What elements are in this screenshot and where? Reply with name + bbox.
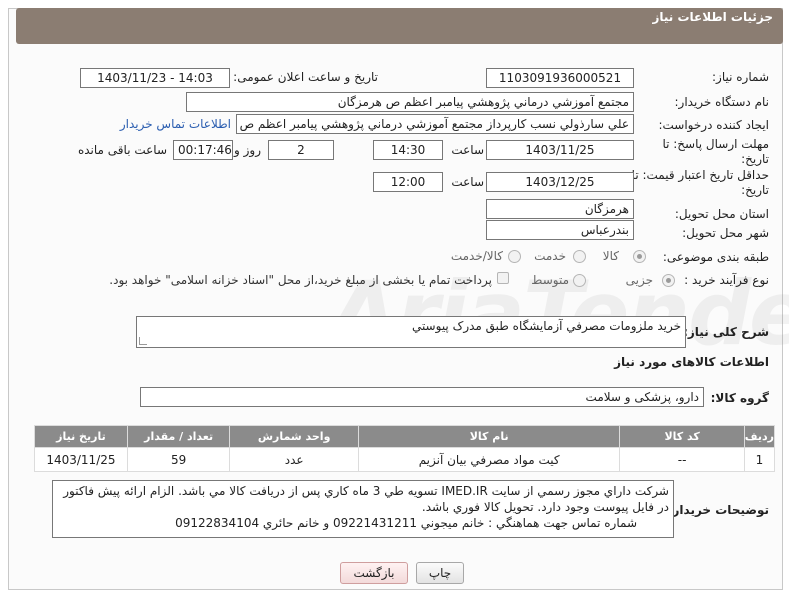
description-label: شرح کلی نیاز: [683, 325, 769, 339]
category-goods-radio[interactable] [633, 250, 646, 263]
buyer-notes-label: توضیحات خریدار: [667, 503, 769, 517]
cell-quantity: 59 [126, 447, 231, 472]
buyer-contact-link[interactable]: اطلاعات تماس خریدار [120, 117, 231, 131]
buyer-org-label: نام دستگاه خریدار: [674, 95, 770, 109]
description-text: خريد ملزومات مصرفي آزمايشگاه طبق مدرک پي… [411, 319, 681, 333]
buyer-notes-line-1: شركت داراي مجوز رسمي از سايت IMED.IR تسو… [63, 484, 669, 498]
reply-days-field[interactable]: 2 [268, 140, 334, 160]
days-label: روز و [234, 143, 261, 157]
col-header-quantity: تعداد / مقدار [126, 425, 231, 448]
cell-row-number: 1 [743, 447, 776, 472]
print-button[interactable]: چاپ [416, 562, 464, 584]
description-textarea[interactable]: خريد ملزومات مصرفي آزمايشگاه طبق مدرک پي… [136, 316, 686, 348]
treasury-payment-note: پرداخت تمام یا بخشی از مبلغ خرید،از محل … [109, 273, 492, 287]
treasury-payment-checkbox[interactable] [497, 272, 509, 284]
goods-table-wrapper: ردیف کد کالا نام کالا واحد شمارش تعداد /… [34, 425, 776, 472]
reply-date-field[interactable]: 1403/11/25 [486, 140, 634, 160]
category-goods-service-radio[interactable] [508, 250, 521, 263]
col-header-goods-name: نام کالا [357, 425, 621, 448]
purchase-minor-label: جزیی [625, 273, 653, 287]
goods-group-label: گروه کالا: [710, 391, 769, 405]
category-goods-service-label: کالا/خدمت [450, 249, 503, 263]
back-button[interactable]: بازگشت [340, 562, 408, 584]
col-header-need-date: تاریخ نیاز [34, 425, 128, 448]
city-field[interactable]: بندرعباس [486, 220, 634, 240]
province-label: استان محل تحویل: [674, 207, 769, 221]
category-label: طبقه بندی موضوعی: [662, 250, 769, 264]
price-validity-time-label: ساعت [451, 175, 484, 189]
need-number-label: شماره نیاز: [712, 70, 769, 84]
resize-grip-icon[interactable] [139, 337, 147, 345]
cell-goods-name: كيت مواد مصرفي بيان آنزيم [357, 447, 621, 472]
remaining-label: ساعت باقی مانده [77, 143, 167, 157]
buyer-notes-box[interactable]: شركت داراي مجوز رسمي از سايت IMED.IR تسو… [52, 480, 674, 538]
goods-section-title: اطلاعات کالاهای مورد نیاز [614, 355, 769, 369]
purchase-medium-radio[interactable] [573, 274, 586, 287]
cell-goods-code: -- [619, 447, 745, 472]
reply-deadline-label-1: مهلت ارسال پاسخ: تا [662, 137, 769, 151]
category-service-label: خدمت [534, 249, 566, 263]
province-field[interactable]: هرمزگان [486, 199, 634, 219]
table-header-row: ردیف کد کالا نام کالا واحد شمارش تعداد /… [34, 425, 776, 448]
price-validity-label-1: حداقل تاریخ اعتبار قیمت: تا [631, 168, 769, 182]
purchase-type-label: نوع فرآیند خرید : [684, 273, 769, 287]
goods-group-field[interactable]: دارو، پزشکی و سلامت [140, 387, 704, 407]
col-header-row-number: ردیف [743, 425, 776, 448]
goods-table: ردیف کد کالا نام کالا واحد شمارش تعداد /… [34, 425, 776, 472]
col-header-goods-code: کد کالا [619, 425, 745, 448]
category-service-radio[interactable] [573, 250, 586, 263]
price-validity-date-field[interactable]: 1403/12/25 [486, 172, 634, 192]
cell-need-date: 1403/11/25 [34, 447, 128, 472]
purchase-minor-radio[interactable] [662, 274, 675, 287]
page-title: جزئیات اطلاعات نیاز [652, 10, 773, 24]
purchase-medium-label: متوسط [531, 273, 569, 287]
buyer-org-field[interactable]: مجتمع آموزشي درماني پژوهشي پيامبر اعظم ص… [186, 92, 634, 112]
reply-time-field[interactable]: 14:30 [373, 140, 443, 160]
remaining-time-field[interactable]: 00:17:46 [173, 140, 233, 160]
reply-deadline-label-2: تاریخ: [741, 152, 769, 166]
creator-field[interactable]: علي سارذولي نسب كارپرداز مجتمع آموزشي در… [236, 114, 634, 134]
price-validity-time-field[interactable]: 12:00 [373, 172, 443, 192]
table-row[interactable]: 1 -- كيت مواد مصرفي بيان آنزيم عدد 59 14… [34, 447, 776, 472]
category-goods-label: کالا [602, 249, 619, 263]
col-header-unit: واحد شمارش [229, 425, 359, 448]
creator-label: ایجاد کننده درخواست: [658, 118, 769, 132]
announce-datetime-field[interactable]: 1403/11/23 - 14:03 [80, 68, 230, 88]
announce-label: تاریخ و ساعت اعلان عمومی: [233, 70, 378, 84]
need-number-field[interactable]: 1103091936000521 [486, 68, 634, 88]
reply-time-label: ساعت [451, 143, 484, 157]
cell-unit: عدد [229, 447, 359, 472]
city-label: شهر محل تحویل: [682, 226, 769, 240]
price-validity-label-2: تاریخ: [741, 183, 769, 197]
buyer-notes-line-2: در فايل پيوست وجود دارد. تحويل كالا فوري… [421, 500, 669, 514]
buyer-notes-line-3: شماره تماس جهت هماهنگي : خانم ميجوني 092… [175, 516, 637, 530]
